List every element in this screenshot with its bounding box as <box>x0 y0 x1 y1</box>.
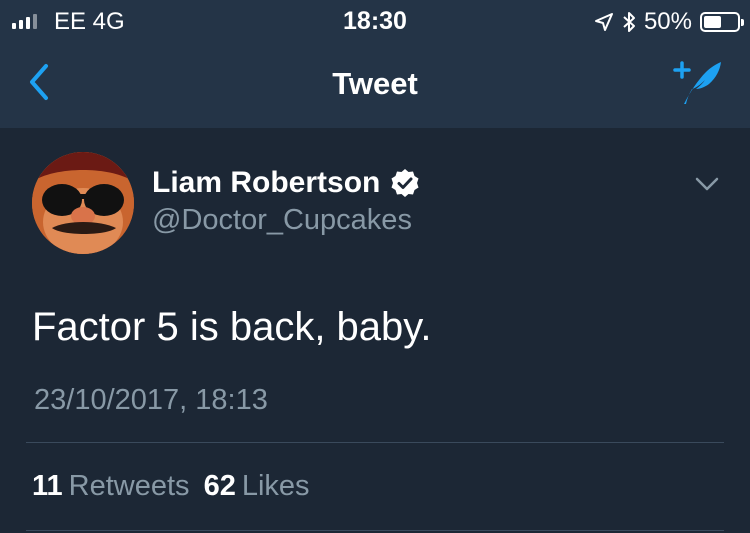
tweet-stats: 11 Retweets 62 Likes <box>32 470 310 503</box>
avatar-image <box>32 152 134 254</box>
tweet-options-button[interactable] <box>694 175 720 193</box>
retweets-stat[interactable]: 11 Retweets <box>32 470 190 503</box>
battery-percent: 50% <box>643 8 692 35</box>
author-handle[interactable]: @Doctor_Cupcakes <box>152 204 412 237</box>
avatar[interactable] <box>32 152 134 254</box>
tweet-text: Factor 5 is back, baby. <box>32 305 432 349</box>
likes-stat[interactable]: 62 Likes <box>204 470 310 503</box>
author-row: Liam Robertson <box>152 166 420 200</box>
retweets-count: 11 <box>32 470 63 502</box>
likes-label: Likes <box>241 470 310 502</box>
retweets-label: Retweets <box>68 470 190 502</box>
status-right: 50% <box>594 8 744 36</box>
likes-count: 62 <box>203 470 236 502</box>
page-title: Tweet <box>332 66 418 101</box>
top-bar: EE 4G 18:30 50% Tweet <box>0 0 750 128</box>
location-icon <box>594 13 613 31</box>
compose-tweet-icon <box>673 61 721 104</box>
compose-tweet-button[interactable] <box>672 58 724 108</box>
divider <box>26 442 724 443</box>
divider <box>26 530 724 531</box>
tweet-timestamp: 23/10/2017, 18:13 <box>34 384 268 416</box>
bluetooth-icon <box>623 12 635 32</box>
verified-badge-icon <box>391 169 419 197</box>
author-name[interactable]: Liam Robertson <box>152 166 380 200</box>
chevron-down-icon <box>695 177 719 191</box>
battery-icon <box>700 12 744 32</box>
status-bar: EE 4G 18:30 50% <box>0 0 750 42</box>
